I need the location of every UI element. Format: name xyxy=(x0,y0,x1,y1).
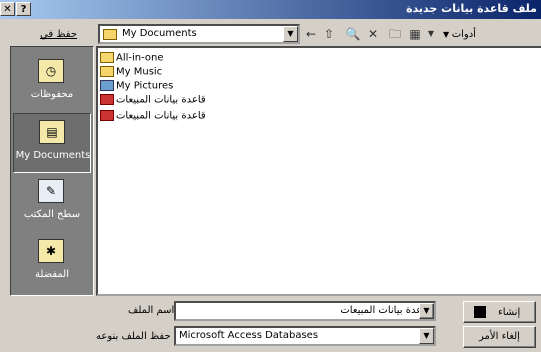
dropdown-arrow-icon[interactable]: ▼ xyxy=(283,26,298,42)
filename-input[interactable]: قاعدة بيانات المبيعات xyxy=(174,301,436,321)
cancel-button[interactable]: إلغاء الأمر xyxy=(463,326,536,348)
folder-icon xyxy=(103,29,117,40)
places-bar: ◷ محفوظات ▤ My Documents ✎ سطح المكتب ✱ … xyxy=(10,46,94,296)
folder-icon xyxy=(100,66,114,77)
place-my-documents[interactable]: ▤ My Documents xyxy=(13,113,91,173)
place-label: My Documents xyxy=(15,150,91,161)
dialog-title: ملف قاعدة بيانات جديدة xyxy=(406,2,537,15)
close-button[interactable]: ✕ xyxy=(0,2,15,16)
filename-label: اسم الملف xyxy=(128,305,175,316)
title-bar: ✕ ? ملف قاعدة بيانات جديدة xyxy=(0,0,541,19)
tools-menu[interactable]: ▼ أدوات xyxy=(443,29,476,40)
list-item[interactable]: All-in-one xyxy=(100,52,164,66)
back-icon[interactable]: ← xyxy=(302,25,320,43)
list-item[interactable]: My Music xyxy=(100,66,162,80)
help-button[interactable]: ? xyxy=(16,2,31,16)
desktop-icon: ✎ xyxy=(38,179,64,203)
save-in-combobox[interactable]: My Documents ▼ xyxy=(98,24,300,44)
list-item[interactable]: My Pictures xyxy=(100,80,173,94)
save-in-label: حفظ في xyxy=(40,29,78,40)
filename-dropdown-arrow-icon[interactable]: ▼ xyxy=(419,303,434,319)
filetype-value: Microsoft Access Databases xyxy=(179,330,319,341)
up-folder-icon[interactable]: ⇧ xyxy=(320,25,338,43)
favorites-icon: ✱ xyxy=(38,239,64,263)
save-in-value: My Documents xyxy=(122,28,197,39)
tools-dropdown-icon: ▼ xyxy=(443,30,452,39)
pictures-folder-icon xyxy=(100,80,114,91)
save-disk-icon xyxy=(474,306,486,318)
create-button-label: إنشاء xyxy=(498,307,521,318)
my-documents-icon: ▤ xyxy=(39,120,65,144)
new-database-dialog: ✕ ? ملف قاعدة بيانات جديدة حفظ في My Doc… xyxy=(0,0,541,352)
access-db-icon xyxy=(100,94,114,105)
file-list[interactable]: All-in-one My Music My Pictures قاعدة بي… xyxy=(96,46,541,296)
folder-icon xyxy=(100,52,114,63)
file-name: My Music xyxy=(116,66,163,78)
place-label: محفوظات xyxy=(30,89,74,100)
list-item[interactable]: قاعدة بيانات المبيعات xyxy=(100,94,206,108)
place-label: سطح المكتب xyxy=(23,209,81,220)
search-web-icon[interactable]: 🔍 xyxy=(344,25,362,43)
history-icon: ◷ xyxy=(38,59,64,83)
file-name: قاعدة بيانات المبيعات xyxy=(116,94,206,106)
create-button[interactable]: إنشاء xyxy=(463,301,536,323)
place-label: المفضلة xyxy=(34,269,69,280)
access-db-icon xyxy=(100,110,114,121)
new-folder-icon[interactable]: 🗀 xyxy=(386,25,404,43)
place-history[interactable]: ◷ محفوظات xyxy=(13,53,91,113)
views-dropdown-icon[interactable]: ▼ xyxy=(422,25,440,43)
list-item[interactable]: قاعدة بيانات المبيعات xyxy=(100,110,206,124)
close-icon: ✕ xyxy=(3,4,12,15)
tools-label: أدوات xyxy=(451,29,476,40)
place-desktop[interactable]: ✎ سطح المكتب xyxy=(13,173,91,233)
file-name: قاعدة بيانات المبيعات xyxy=(116,110,206,122)
help-icon: ? xyxy=(20,4,27,15)
cancel-button-label: إلغاء الأمر xyxy=(479,331,520,342)
filename-value: قاعدة بيانات المبيعات xyxy=(340,305,430,316)
filetype-label: حفظ الملف بنوعه xyxy=(96,331,171,342)
delete-icon[interactable]: ✕ xyxy=(364,25,382,43)
dropdown-arrow-icon[interactable]: ▼ xyxy=(419,328,434,344)
place-favorites[interactable]: ✱ المفضلة xyxy=(13,233,91,293)
file-name: My Pictures xyxy=(116,80,174,92)
file-name: All-in-one xyxy=(116,52,164,64)
filetype-combobox[interactable]: Microsoft Access Databases ▼ xyxy=(174,326,436,346)
